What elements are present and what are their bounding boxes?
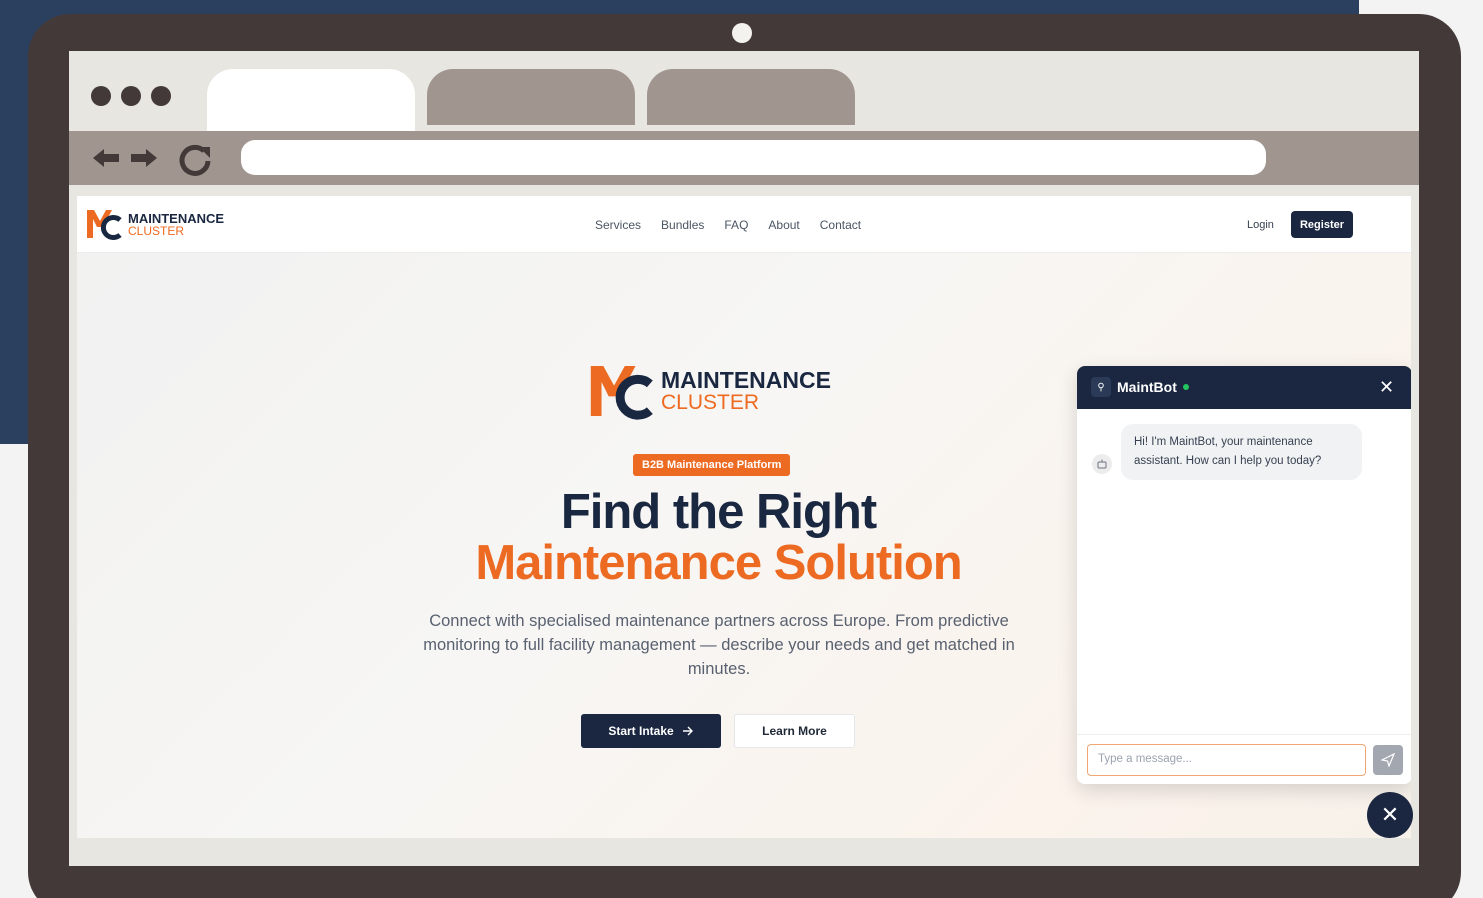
site-logo[interactable]: MAINTENANCE CLUSTER <box>86 208 224 240</box>
window-dot[interactable] <box>121 86 141 106</box>
chat-header: ⚲ MaintBot ✕ <box>1077 366 1411 409</box>
brand-top: MAINTENANCE <box>128 210 225 226</box>
chat-close-fab[interactable]: ✕ <box>1367 792 1413 838</box>
address-bar[interactable] <box>241 140 1266 175</box>
nav-services[interactable]: Services <box>595 218 641 232</box>
site-header: MAINTENANCE CLUSTER Services Bundles FAQ… <box>77 196 1411 253</box>
window-dot[interactable] <box>151 86 171 106</box>
hero-logo: MAINTENANCE CLUSTER <box>589 361 831 421</box>
send-button[interactable] <box>1373 745 1403 775</box>
login-link[interactable]: Login <box>1247 219 1274 231</box>
bot-icon: ⚲ <box>1091 377 1111 397</box>
mc-logo-icon <box>590 365 653 420</box>
browser-tab[interactable] <box>647 69 855 125</box>
bot-avatar <box>1092 454 1112 474</box>
nav-contact[interactable]: Contact <box>820 218 861 232</box>
window-dot[interactable] <box>91 86 111 106</box>
nav-faq[interactable]: FAQ <box>724 218 748 232</box>
nav-about[interactable]: About <box>768 218 799 232</box>
online-status-dot <box>1183 384 1189 390</box>
register-button[interactable]: Register <box>1291 211 1353 238</box>
platform-badge: B2B Maintenance Platform <box>633 454 791 476</box>
forward-arrow-icon[interactable] <box>127 141 161 175</box>
main-nav: Services Bundles FAQ About Contact <box>595 218 861 232</box>
logo-text: MAINTENANCE CLUSTER <box>128 212 224 237</box>
hero-logo-text: MAINTENANCE CLUSTER <box>661 367 831 414</box>
back-arrow-icon[interactable] <box>89 141 123 175</box>
bot-icon <box>1097 459 1107 469</box>
nav-bundles[interactable]: Bundles <box>661 218 704 232</box>
browser-tab[interactable] <box>427 69 635 125</box>
chat-footer: Type a message... <box>1077 734 1411 784</box>
chat-widget: ⚲ MaintBot ✕ Hi! I'm MaintBot, your main… <box>1077 366 1411 784</box>
bot-message: Hi! I'm MaintBot, your maintenance assis… <box>1121 424 1362 480</box>
hero-brand-top: MAINTENANCE <box>661 367 831 393</box>
web-page: MAINTENANCE CLUSTER Services Bundles FAQ… <box>77 196 1411 838</box>
hero-brand-bottom: CLUSTER <box>661 391 760 414</box>
laptop-frame: MAINTENANCE CLUSTER Services Bundles FAQ… <box>28 14 1461 898</box>
window-controls <box>91 86 171 106</box>
reload-icon[interactable] <box>177 141 215 179</box>
camera-icon <box>732 23 752 43</box>
browser-window: MAINTENANCE CLUSTER Services Bundles FAQ… <box>69 51 1419 866</box>
close-icon[interactable]: ✕ <box>1379 378 1394 396</box>
brand-bottom: CLUSTER <box>128 223 185 238</box>
close-icon: ✕ <box>1380 802 1400 827</box>
mc-logo-icon <box>87 210 122 240</box>
learn-more-button[interactable]: Learn More <box>734 714 855 748</box>
browser-tab-active[interactable] <box>207 69 415 131</box>
start-intake-button[interactable]: Start Intake <box>581 714 721 748</box>
chat-title: MaintBot <box>1117 379 1177 395</box>
message-input[interactable]: Type a message... <box>1087 744 1366 776</box>
browser-toolbar <box>69 131 1419 185</box>
arrow-right-icon <box>682 726 693 736</box>
start-intake-label: Start Intake <box>608 724 674 738</box>
hero-subtitle: Connect with specialised maintenance par… <box>423 612 1015 678</box>
send-icon <box>1381 753 1395 767</box>
